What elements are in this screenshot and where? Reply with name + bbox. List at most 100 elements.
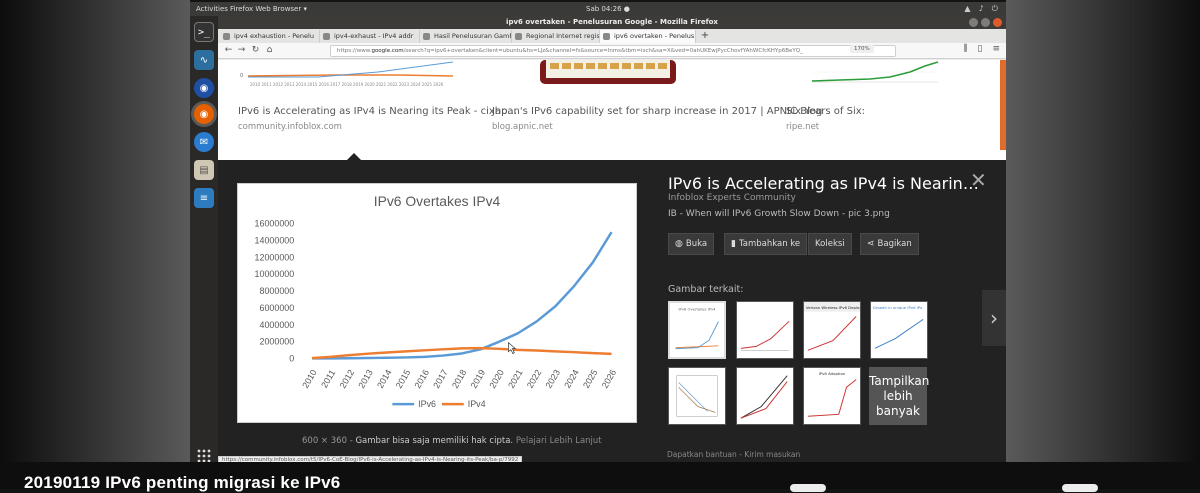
tab-bar: ipv4 exhaustion - Penelu ipv4-exhaust - … [218,29,1006,43]
svg-text:2010 2011 2012 2013 2014 2015: 2010 2011 2012 2013 2014 2015 2016 2017 … [250,82,444,87]
video-action-button[interactable] [790,484,826,492]
power-icon[interactable]: ⏻ [992,2,998,16]
x-tick-label: 2019 [469,368,488,390]
home-icon[interactable]: ⌂ [263,44,276,57]
system-monitor-icon[interactable]: ∿ [194,50,214,70]
preview-title[interactable]: IPv6 is Accelerating as IPv4 is Nearin… [668,174,979,193]
x-tick-label: 2025 [581,368,600,390]
bookmark-icon: ▮ [731,239,736,249]
x-tick-label: 2014 [375,368,394,390]
y-tick-label: 6000000 [260,303,295,313]
image-size: 600 × 360 [302,436,347,446]
close-icon[interactable]: ✕ [970,170,987,190]
volume-icon[interactable]: ♪ [979,2,984,16]
library-icon[interactable]: ⫼ [963,44,967,54]
activities-button[interactable]: Activities [196,2,228,16]
sidebar-icon[interactable]: ▯ [978,44,983,54]
network-icon[interactable]: ▲ [964,2,970,16]
minimize-button[interactable] [969,18,978,27]
related-image-thumb[interactable] [668,367,726,425]
x-tick-label: 2022 [525,368,544,390]
result-thumbnails: 0 2010 2011 2012 2013 2014 2015 2016 201… [218,60,1006,90]
feedback-link[interactable]: Kirim masukan [744,450,800,459]
related-image-thumb[interactable]: IPv6 Adoption [803,367,861,425]
result-source: community.infoblox.com [238,122,342,132]
help-links: Dapatkan bantuan - Kirim masukan [667,450,801,459]
result-title[interactable]: Six Years of Six: [786,106,865,117]
collections-button[interactable]: Koleksi [808,233,852,255]
svg-text:Growth in unique IPv6 IPs: Growth in unique IPv6 IPs [873,305,922,310]
tab-ipv6-overtaken[interactable]: ipv6 overtaken - Penelus [600,30,696,43]
share-button[interactable]: ⋖ Bagikan [860,233,919,255]
y-tick-label: 2000000 [260,337,295,347]
learn-more-link[interactable]: Pelajari Lebih Lanjut [516,436,602,446]
terminal-icon[interactable]: >_ [194,22,214,42]
video-background-right [1006,0,1200,489]
preview-chart-image[interactable]: IPv6 Overtakes IPv4 0 2000000 4000000 60000… [237,183,637,423]
result-thumb-ripe[interactable] [810,60,940,88]
related-image-thumb[interactable] [736,367,794,425]
reload-icon[interactable]: ↻ [249,44,262,57]
x-tick-label: 2018 [450,368,469,390]
result-thumb-chart[interactable]: 0 2010 2011 2012 2013 2014 2015 2016 201… [238,60,453,88]
window-close-button[interactable] [993,18,1002,27]
video-action-button[interactable] [1062,484,1098,492]
new-tab-button[interactable]: + [698,30,712,43]
tab-ipv4-exhaustion[interactable]: ipv4 exhaustion - Penelu [220,30,320,43]
app-menu[interactable]: Firefox Web Browser ▾ [230,2,307,16]
forward-icon[interactable]: → [235,44,248,57]
related-image-thumb[interactable]: Verizon Wireless IPv6 Deployment [803,301,872,359]
tab-ipv4-exhaust[interactable]: ipv4-exhaust - IPv4 addr [320,30,420,43]
x-tick-label: 2017 [431,368,450,390]
top-panel: Activities Firefox Web Browser ▾ Sab 04:… [190,2,1006,16]
video-title[interactable]: 20190119 IPv6 penting migrasi ke IPv6 [24,473,340,493]
show-more-button[interactable]: Tampilkan lebih banyak [869,367,929,425]
y-tick-label: 14000000 [255,236,295,246]
back-icon[interactable]: ← [222,44,235,57]
page-scrollbar[interactable] [1000,60,1006,150]
video-background-left [0,0,190,489]
series-line-ipv6 [312,231,613,360]
result-title[interactable]: IPv6 is Accelerating as IPv4 is Nearing … [238,106,517,117]
writer-icon[interactable]: ≡ [194,188,214,208]
help-link[interactable]: Dapatkan bantuan [667,450,737,459]
firefox-icon[interactable]: ◉ [194,104,214,124]
tab-regional-internet[interactable]: Regional Internet regist [512,30,600,43]
preview-site[interactable]: Infoblox Experts Community [668,193,796,203]
related-image-thumb[interactable] [736,301,794,359]
page-content: 0 2010 2011 2012 2013 2014 2015 2016 201… [218,60,1006,464]
x-tick-label: 2015 [394,368,413,390]
x-tick-label: 2026 [600,368,619,390]
result-source: blog.apnic.net [492,122,553,132]
y-tick-label: 8000000 [260,286,295,296]
y-tick-label: 0 [289,354,294,364]
files-icon[interactable]: ▤ [194,160,214,180]
thunderbird-icon[interactable]: ✉ [194,132,214,152]
x-tick-label: 2016 [412,368,431,390]
preview-description: IB - When will IPv6 Growth Slow Down - p… [668,209,890,219]
x-tick-label: 2013 [356,368,375,390]
y-tick-label: 16000000 [255,219,295,229]
result-title[interactable]: Japan's IPv6 capability set for sharp in… [492,106,822,117]
menu-icon[interactable]: ≡ [992,44,1000,54]
result-thumb-apnic[interactable] [540,60,676,88]
svg-text:0: 0 [240,73,243,79]
result-source: ripe.net [786,122,820,132]
url-bar[interactable]: https://www.google.com/search?q=ipv6+ove… [330,45,896,57]
globe-icon: ◍ [675,239,683,249]
share-icon: ⋖ [867,239,875,249]
related-image-thumb[interactable]: Growth in unique IPv6 IPs [870,301,928,359]
image-meta: 600 × 360 - Gambar bisa saja memiliki ha… [302,436,602,446]
chevron-right-icon[interactable]: › [982,290,1006,346]
open-button[interactable]: ◍ Buka [668,233,715,255]
zoom-level[interactable]: 170% [850,45,874,53]
clock[interactable]: Sab 04:26 ● [586,2,630,16]
firefox-dev-icon[interactable]: ◉ [194,78,214,98]
maximize-button[interactable] [981,18,990,27]
legend-label: IPv4 [468,399,486,409]
add-to-button[interactable]: ▮ Tambahkan ke [724,233,808,255]
navigation-bar: ← → ↻ ⌂ https://www.google.com/search?q=… [218,43,1006,59]
x-tick-label: 2010 [300,368,319,390]
tab-hasil-penelusuran[interactable]: Hasil Penelusuran Gamb [420,30,512,43]
related-image-thumb[interactable]: IPv6 Overtakes IPv4 [668,301,726,359]
